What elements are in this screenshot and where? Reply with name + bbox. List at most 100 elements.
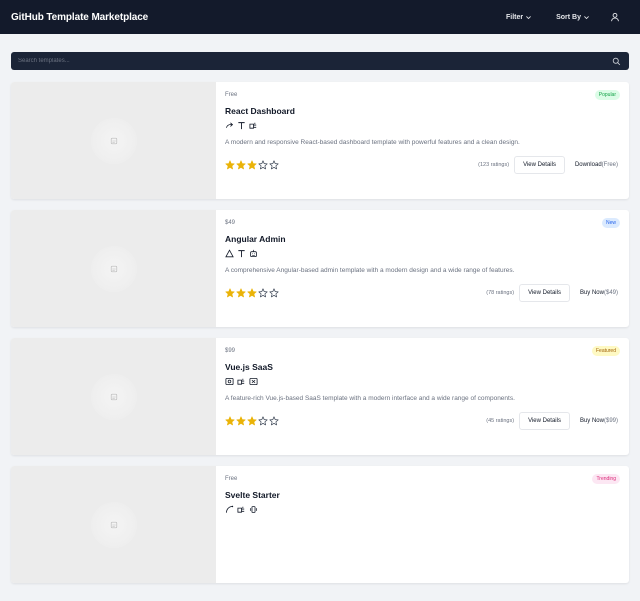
star-empty-icon — [269, 288, 279, 298]
buy-label: Download — [574, 162, 602, 168]
card-actions: (123 ratings) View Details Download (Free… — [478, 156, 618, 174]
star-empty-icon — [258, 160, 268, 170]
template-card: $99 Featured Vue.js SaaS A feature-rich … — [11, 338, 629, 455]
image-icon — [110, 265, 117, 272]
view-details-button[interactable]: View Details — [519, 284, 570, 302]
star-empty-icon — [258, 288, 268, 298]
card-actions: (45 ratings) View Details Buy Now ($99) — [486, 412, 618, 430]
status-badge: Popular — [594, 90, 620, 100]
star-filled-icon — [247, 288, 257, 298]
tech-icons — [225, 377, 258, 386]
filter-label: Filter — [505, 13, 524, 21]
type-icon — [238, 122, 245, 130]
star-empty-icon — [269, 416, 279, 426]
ratings-count: (78 ratings) — [486, 290, 515, 296]
buy-price: (Free) — [601, 162, 618, 168]
star-filled-icon — [225, 416, 235, 426]
star-rating — [225, 416, 279, 426]
robot-icon — [250, 249, 257, 258]
image-icon — [110, 521, 117, 528]
download-button[interactable]: Download (Free) — [575, 162, 618, 168]
template-description: A comprehensive Angular-based admin temp… — [225, 267, 515, 274]
plugin-icon — [249, 122, 257, 129]
vibrate-icon — [249, 506, 258, 513]
star-rating — [225, 160, 279, 170]
template-thumbnail — [11, 82, 216, 199]
status-badge: Trending — [592, 474, 620, 484]
share-icon — [225, 122, 234, 128]
price-tag: $49 — [225, 220, 236, 226]
template-body: Free Trending Svelte Starter — [225, 466, 629, 583]
filter-button[interactable]: Filter — [506, 14, 532, 21]
card-actions: (78 ratings) View Details Buy Now ($49) — [486, 284, 618, 302]
buy-label: Buy Now — [579, 418, 604, 424]
template-title: React Dashboard — [225, 106, 295, 116]
settings-box-icon — [225, 377, 234, 386]
status-badge: New — [601, 218, 620, 228]
status-badge: Featured — [591, 346, 620, 356]
star-filled-icon — [236, 416, 246, 426]
price-tag: Free — [225, 476, 238, 482]
template-description: A feature-rich Vue.js-based SaaS templat… — [225, 395, 515, 402]
price-tag: $99 — [225, 348, 236, 354]
top-navbar: GitHub Template Marketplace Filter Sort … — [0, 0, 640, 34]
template-title: Angular Admin — [225, 234, 286, 244]
price-tag: Free — [225, 92, 238, 98]
star-filled-icon — [225, 160, 235, 170]
buy-now-button[interactable]: Buy Now ($99) — [580, 418, 618, 424]
chevron-down-icon — [584, 15, 589, 19]
thumbnail-placeholder — [90, 373, 137, 420]
user-icon[interactable] — [610, 12, 620, 22]
thumbnail-placeholder — [90, 245, 137, 292]
ratings-count: (123 ratings) — [478, 162, 510, 168]
header-actions: Filter Sort By — [506, 12, 629, 22]
template-title: Svelte Starter — [225, 490, 280, 500]
star-filled-icon — [247, 416, 257, 426]
tech-icons — [225, 249, 258, 258]
buy-now-button[interactable]: Buy Now ($49) — [580, 290, 618, 296]
thumbnail-placeholder — [90, 501, 137, 548]
plugin-icon — [237, 506, 245, 513]
star-filled-icon — [247, 160, 257, 170]
sort-label: Sort By — [556, 13, 581, 21]
star-empty-icon — [258, 416, 268, 426]
chevron-down-icon — [526, 15, 531, 19]
tech-icons — [225, 505, 258, 514]
tech-icons — [225, 121, 258, 130]
plugin-icon — [237, 378, 245, 385]
template-body: $99 Featured Vue.js SaaS A feature-rich … — [225, 338, 629, 455]
search-input[interactable] — [18, 58, 612, 64]
template-thumbnail — [11, 466, 216, 583]
template-thumbnail — [11, 338, 216, 455]
star-rating — [225, 288, 279, 298]
star-filled-icon — [236, 288, 246, 298]
x-box-icon — [249, 377, 258, 386]
buy-price: ($49) — [603, 290, 618, 296]
star-empty-icon — [269, 160, 279, 170]
buy-price: ($99) — [603, 418, 618, 424]
search-bar — [11, 52, 629, 70]
image-icon — [110, 393, 117, 400]
template-card: Free Trending Svelte Starter — [11, 466, 629, 583]
search-icon[interactable] — [612, 57, 621, 66]
thumbnail-placeholder — [90, 117, 137, 164]
buy-label: Buy Now — [579, 290, 604, 296]
view-details-button[interactable]: View Details — [514, 156, 565, 174]
template-body: $49 New Angular Admin A comprehensive An… — [225, 210, 629, 327]
triangle-icon — [225, 249, 234, 258]
template-body: Free Popular React Dashboard A modern an… — [225, 82, 629, 199]
image-icon — [110, 137, 117, 144]
template-title: Vue.js SaaS — [225, 362, 273, 372]
template-card: Free Popular React Dashboard A modern an… — [11, 82, 629, 199]
sort-button[interactable]: Sort By — [556, 14, 590, 21]
template-description: A modern and responsive React-based dash… — [225, 139, 520, 146]
app-title: GitHub Template Marketplace — [11, 11, 149, 23]
template-thumbnail — [11, 210, 216, 327]
star-filled-icon — [236, 160, 246, 170]
view-details-button[interactable]: View Details — [519, 412, 570, 430]
type-icon — [238, 250, 245, 258]
curve-icon — [225, 505, 234, 513]
star-filled-icon — [225, 288, 235, 298]
ratings-count: (45 ratings) — [486, 418, 515, 424]
template-card: $49 New Angular Admin A comprehensive An… — [11, 210, 629, 327]
